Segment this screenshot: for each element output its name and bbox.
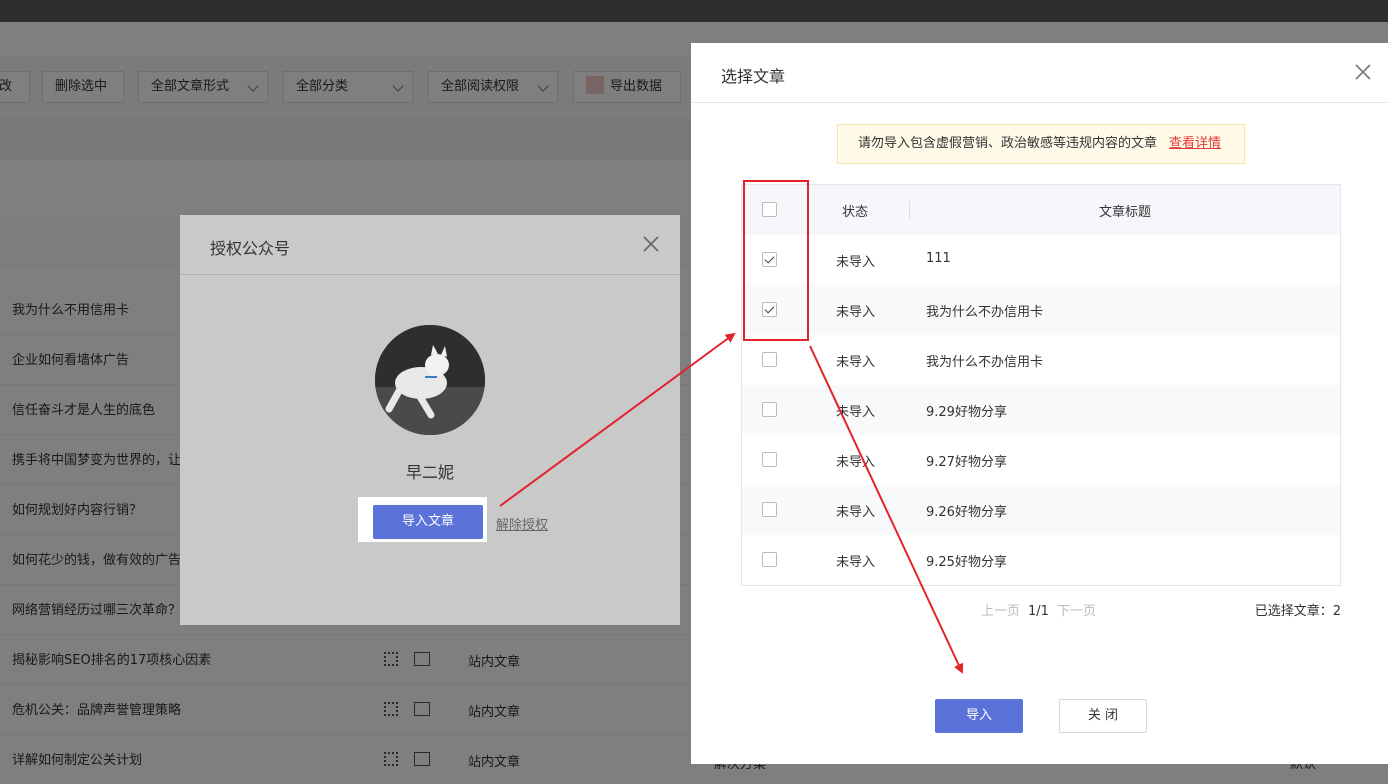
account-name: 早二妮 [405,463,454,482]
view-details-link[interactable]: 查看详情 [1169,136,1221,151]
row-title: 9.29好物分享 [926,405,1007,420]
row-checkbox[interactable] [762,352,777,367]
table-header: 状态 文章标题 [742,185,1340,235]
close-icon[interactable] [1354,63,1372,81]
authorize-account-dialog: 授权公众号 早二妮 导入文章 解除授权 [180,215,680,625]
row-checkbox[interactable] [762,402,777,417]
row-checkbox[interactable] [762,252,777,267]
divider [180,274,680,275]
row-checkbox[interactable] [762,552,777,567]
import-button[interactable]: 导入 [935,699,1023,733]
current-page: 1/1 [1028,604,1049,619]
row-status: 未导入 [836,505,876,520]
column-separator [909,201,910,219]
row-title: 我为什么不办信用卡 [926,305,1044,320]
column-header-title: 文章标题 [1099,205,1152,220]
table-row[interactable]: 未导入 111 [742,235,1340,285]
warning-banner: 请勿导入包含虚假营销、政治敏感等违规内容的文章 查看详情 [837,124,1245,164]
row-status: 未导入 [836,305,876,320]
row-title: 9.26好物分享 [926,505,1007,520]
auth-dialog-title: 授权公众号 [210,239,291,258]
table-row[interactable]: 未导入 9.25好物分享 [742,535,1340,585]
close-button[interactable]: 关 闭 [1059,699,1147,733]
table-row[interactable]: 未导入 9.29好物分享 [742,385,1340,435]
import-articles-button[interactable]: 导入文章 [373,505,483,539]
table-row[interactable]: 未导入 9.27好物分享 [742,435,1340,485]
row-status: 未导入 [836,455,876,470]
row-title: 111 [926,251,951,266]
row-checkbox[interactable] [762,302,777,317]
select-dialog-title: 选择文章 [721,67,786,86]
table-row[interactable]: 未导入 我为什么不办信用卡 [742,285,1340,335]
avatar [375,325,485,435]
row-title: 我为什么不办信用卡 [926,355,1044,370]
article-table: 状态 文章标题 未导入 111 未导入 我为什么不办信用卡 未导入 我为什么不办… [741,184,1341,586]
table-row[interactable]: 未导入 我为什么不办信用卡 [742,335,1340,385]
prev-page-button[interactable]: 上一页 [981,604,1020,619]
row-title: 9.27好物分享 [926,455,1007,470]
row-status: 未导入 [836,405,876,420]
select-all-checkbox[interactable] [762,202,777,217]
warning-text: 请勿导入包含虚假营销、政治敏感等违规内容的文章 [858,136,1158,151]
row-checkbox[interactable] [762,452,777,467]
column-header-status: 状态 [842,205,869,220]
selected-count: 已选择文章：2 [1254,604,1341,619]
divider [691,102,1388,103]
row-status: 未导入 [836,355,876,370]
row-checkbox[interactable] [762,502,777,517]
pagination: 上一页 1/1 下一页 [981,600,1096,619]
next-page-button[interactable]: 下一页 [1057,604,1096,619]
row-title: 9.25好物分享 [926,555,1007,570]
close-icon[interactable] [642,235,660,253]
select-articles-dialog: 选择文章 请勿导入包含虚假营销、政治敏感等违规内容的文章 查看详情 状态 文章标题… [691,43,1388,764]
table-row[interactable]: 未导入 9.26好物分享 [742,485,1340,535]
row-status: 未导入 [836,255,876,270]
revoke-authorization-link[interactable]: 解除授权 [496,514,548,533]
row-status: 未导入 [836,555,876,570]
